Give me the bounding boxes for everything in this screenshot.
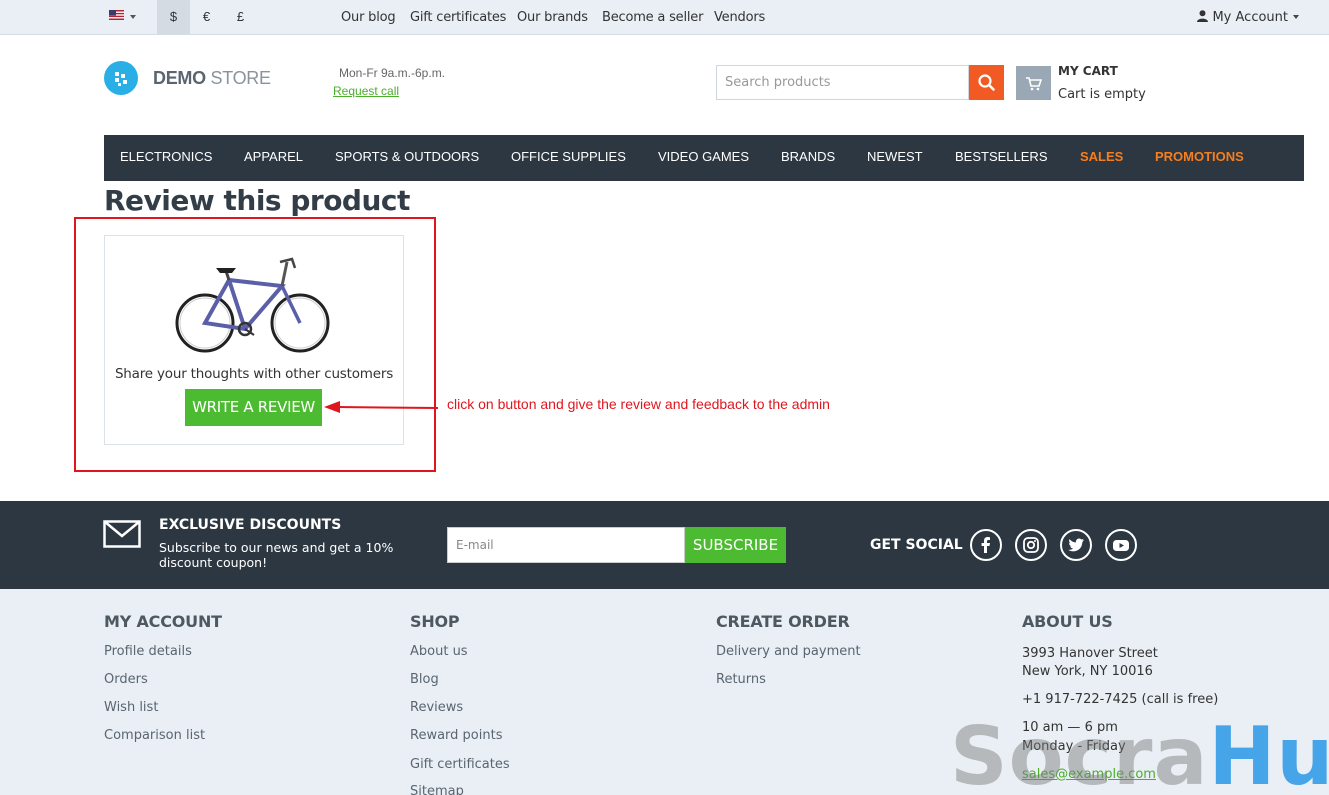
- nav-sales[interactable]: SALES: [1080, 135, 1123, 179]
- currency-usd[interactable]: $: [157, 0, 190, 34]
- currency-eur[interactable]: €: [190, 0, 223, 34]
- page-title: Review this product: [104, 184, 410, 217]
- footer-create-order-title: CREATE ORDER: [716, 612, 850, 631]
- chevron-down-icon: [1293, 15, 1299, 19]
- top-link-become-seller[interactable]: Become a seller: [602, 10, 703, 25]
- nav-apparel[interactable]: APPAREL: [244, 135, 303, 179]
- cart-status: Cart is empty: [1058, 87, 1146, 102]
- footer-link-about-us[interactable]: About us: [410, 644, 468, 659]
- my-account-menu[interactable]: My Account: [1197, 10, 1299, 25]
- cart-icon: [1026, 77, 1043, 91]
- nav-bestsellers[interactable]: BESTSELLERS: [955, 135, 1048, 179]
- footer-link-blog[interactable]: Blog: [410, 672, 439, 687]
- top-link-blog[interactable]: Our blog: [341, 10, 396, 25]
- annotation-arrow-icon: [324, 401, 439, 413]
- nav-brands[interactable]: BRANDS: [781, 135, 835, 179]
- youtube-icon[interactable]: [1105, 529, 1137, 561]
- store-logo-text[interactable]: DEMO STORE: [153, 68, 271, 89]
- footer-link-delivery-payment[interactable]: Delivery and payment: [716, 644, 861, 659]
- search-input[interactable]: Search products: [716, 65, 969, 100]
- nav-sports-outdoors[interactable]: SPORTS & OUTDOORS: [335, 135, 479, 179]
- facebook-icon[interactable]: [970, 529, 1002, 561]
- main-navigation: ELECTRONICS APPAREL SPORTS & OUTDOORS OF…: [104, 135, 1304, 181]
- footer-link-gift-certificates[interactable]: Gift certificates: [410, 757, 510, 772]
- phone-number[interactable]: +1 917-722-7425 (call is free): [1022, 692, 1218, 707]
- nav-electronics[interactable]: ELECTRONICS: [120, 135, 212, 179]
- logo-icon[interactable]: [104, 61, 138, 95]
- footer-link-orders[interactable]: Orders: [104, 672, 148, 687]
- footer-link-reviews[interactable]: Reviews: [410, 700, 463, 715]
- my-account-label: My Account: [1212, 10, 1288, 25]
- socrahub-watermark: SocraHub: [950, 712, 1329, 795]
- footer-shop-title: SHOP: [410, 612, 460, 631]
- top-bar: $ € £ Our blog Gift certificates Our bra…: [0, 0, 1329, 35]
- top-link-gift-certificates[interactable]: Gift certificates: [410, 10, 506, 25]
- address-line-1: 3993 Hanover Street: [1022, 646, 1158, 661]
- footer-link-returns[interactable]: Returns: [716, 672, 766, 687]
- language-caret-icon[interactable]: [130, 15, 136, 19]
- footer-link-wish-list[interactable]: Wish list: [104, 700, 158, 715]
- footer-my-account-title: MY ACCOUNT: [104, 612, 222, 631]
- annotation-highlight-box: [74, 217, 436, 472]
- twitter-icon[interactable]: [1060, 529, 1092, 561]
- user-icon: [1197, 10, 1209, 22]
- newsletter-subtitle: Subscribe to our news and get a 10% disc…: [159, 540, 394, 570]
- search-button[interactable]: [969, 65, 1004, 100]
- get-social-title: GET SOCIAL: [870, 537, 963, 553]
- logo-light-text: STORE: [210, 68, 271, 88]
- footer-link-profile-details[interactable]: Profile details: [104, 644, 192, 659]
- nav-promotions[interactable]: PROMOTIONS: [1155, 135, 1244, 179]
- top-link-vendors[interactable]: Vendors: [714, 10, 765, 25]
- instagram-icon[interactable]: [1015, 529, 1047, 561]
- footer-link-reward-points[interactable]: Reward points: [410, 728, 502, 743]
- logo-bold-text: DEMO: [153, 68, 206, 88]
- watermark-part-1: Socra: [950, 710, 1209, 795]
- cart-button[interactable]: [1016, 66, 1051, 100]
- address-line-2: New York, NY 10016: [1022, 664, 1153, 679]
- footer-link-sitemap[interactable]: Sitemap: [410, 784, 464, 795]
- working-hours: Mon-Fr 9a.m.-6p.m.: [339, 66, 446, 80]
- watermark-part-2: Hub: [1208, 710, 1329, 795]
- footer-about-us-title: ABOUT US: [1022, 612, 1113, 631]
- nav-newest[interactable]: NEWEST: [867, 135, 923, 179]
- annotation-text: click on button and give the review and …: [447, 396, 830, 412]
- search-icon: [978, 74, 995, 91]
- currency-gbp[interactable]: £: [224, 0, 257, 34]
- request-call-link[interactable]: Request call: [333, 84, 399, 98]
- newsletter-title: EXCLUSIVE DISCOUNTS: [159, 517, 342, 533]
- email-field[interactable]: E-mail: [447, 527, 685, 563]
- mail-icon: [103, 520, 141, 548]
- subscribe-button[interactable]: SUBSCRIBE: [685, 527, 786, 563]
- nav-office-supplies[interactable]: OFFICE SUPPLIES: [511, 135, 626, 179]
- nav-video-games[interactable]: VIDEO GAMES: [658, 135, 749, 179]
- top-link-brands[interactable]: Our brands: [517, 10, 588, 25]
- footer-link-comparison-list[interactable]: Comparison list: [104, 728, 205, 743]
- cart-title[interactable]: MY CART: [1058, 64, 1118, 78]
- us-flag-icon[interactable]: [109, 10, 124, 20]
